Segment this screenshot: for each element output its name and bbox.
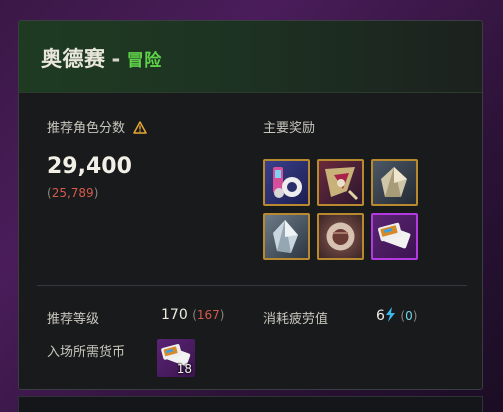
dungeon-name: 奥德赛 [41, 47, 106, 71]
dungeon-title: 奥德赛 - 冒险 [41, 43, 162, 73]
current-score: (25,789) [47, 186, 99, 200]
fatigue-label: 消耗疲劳值 [263, 312, 329, 327]
section-divider [37, 285, 467, 286]
shield-wing-icon[interactable] [317, 159, 364, 206]
entry-currency-icon[interactable]: 18 [157, 339, 195, 377]
next-panel-edge [18, 396, 483, 412]
entry-currency-label: 入场所需货币 [47, 345, 126, 360]
fragment-orb-icon[interactable] [317, 213, 364, 260]
main-rewards-label: 主要奖励 [263, 121, 316, 136]
fatigue-value: 6 (0) [376, 307, 418, 326]
recommended-level-label: 推荐等级 [47, 312, 100, 327]
recommended-score: 29,400 [47, 154, 132, 179]
recommended-level-value: 170 (167) [161, 307, 225, 323]
ticket-card-icon[interactable] [371, 213, 418, 260]
lightning-icon [385, 307, 396, 326]
panel-header: 奥德赛 - 冒险 [19, 21, 482, 93]
chronicle-gear-icon[interactable] [263, 159, 310, 206]
warning-icon[interactable] [133, 121, 147, 138]
recommended-score-label: 推荐角色分数 [47, 117, 147, 138]
dungeon-info-panel: 奥德赛 - 冒险 推荐角色分数 29,400 (25,789) 主要奖励 推荐等… [18, 20, 483, 390]
crystal-ore-icon[interactable] [371, 159, 418, 206]
difficulty-mode: 冒险 [126, 51, 162, 71]
crystal-ore-icon[interactable] [263, 213, 310, 260]
currency-quantity: 18 [176, 362, 192, 376]
title-separator: - [111, 47, 121, 71]
